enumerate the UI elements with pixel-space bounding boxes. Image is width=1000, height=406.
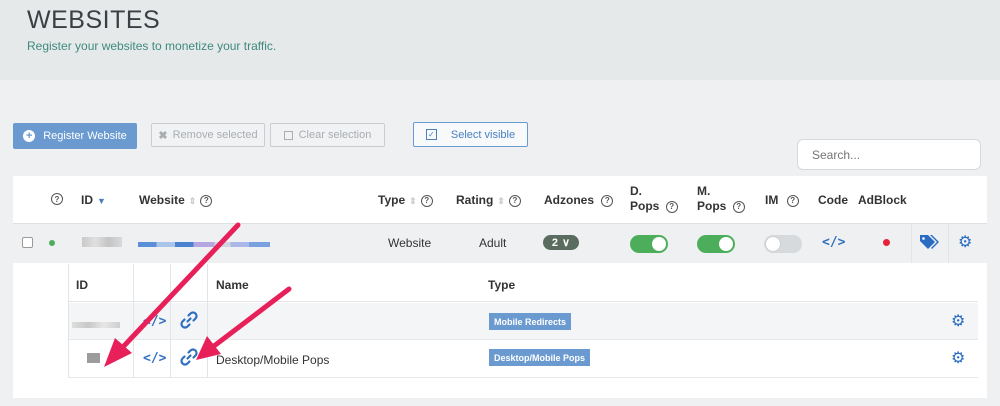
help-icon[interactable]: ?: [508, 194, 521, 207]
help-icon[interactable]: ?: [51, 193, 63, 205]
help-icon[interactable]: ?: [665, 200, 678, 213]
subtable-row-name: Desktop/Mobile Pops: [216, 353, 330, 367]
divider: [133, 264, 134, 378]
column-header-rating-label: Rating: [456, 193, 494, 207]
row-type: Website: [388, 236, 432, 250]
subtable-header-id: ID: [76, 278, 88, 292]
gear-icon[interactable]: ⚙: [958, 232, 972, 252]
select-visible-button[interactable]: ✓ Select visible: [413, 122, 528, 147]
column-header-type[interactable]: Type ⇕?: [378, 193, 433, 207]
column-header-id-label: ID: [81, 193, 93, 207]
page-header: WEBSITES Register your websites to monet…: [0, 0, 1000, 80]
column-header-d-pops: D. Pops ?: [630, 184, 678, 214]
sort-icon: ⇕: [497, 196, 505, 206]
column-header-adblock: AdBlock: [858, 193, 907, 207]
code-icon[interactable]: </>: [143, 351, 166, 366]
adzones-count: 2: [551, 236, 559, 249]
sort-icon: ⇕: [188, 196, 197, 206]
plus-icon: +: [23, 130, 36, 142]
subtable-header: [68, 264, 978, 302]
im-toggle[interactable]: [764, 235, 802, 253]
row-rating: Adult: [479, 236, 507, 250]
redacted-website-url[interactable]: [138, 242, 270, 247]
adzones-dropdown[interactable]: 2 ∨: [543, 235, 579, 250]
subtable-header-name: Name: [216, 278, 249, 292]
column-header-im: IM ?: [765, 193, 799, 207]
redacted-id: [82, 237, 122, 247]
tag-icon[interactable]: [919, 233, 941, 255]
column-header-adzones-label: Adzones: [544, 193, 595, 207]
column-header-website-label: Website: [139, 193, 185, 207]
redacted-id: [72, 322, 120, 328]
link-icon[interactable]: [180, 311, 198, 334]
sort-icon: ⇕: [409, 196, 417, 206]
divider: [170, 264, 171, 378]
code-icon[interactable]: </>: [822, 235, 845, 250]
column-header-im-label: IM: [765, 193, 779, 207]
code-icon[interactable]: </>: [143, 314, 166, 329]
gear-icon[interactable]: ⚙: [951, 348, 965, 368]
chevron-down-icon: ∨: [562, 237, 571, 249]
column-header-d-pops-line2: Pops: [630, 199, 660, 213]
clear-selection-button[interactable]: Clear selection: [270, 123, 385, 147]
column-header-m-pops: M. Pops ?: [697, 184, 745, 214]
remove-selected-button[interactable]: ✖ Remove selected: [151, 123, 265, 147]
row-checkbox[interactable]: [22, 237, 33, 248]
divider: [68, 264, 69, 378]
register-website-label: Register Website: [43, 130, 127, 142]
remove-selected-label: Remove selected: [172, 129, 258, 141]
column-header-code: Code: [818, 193, 848, 207]
redacted-id: [87, 353, 100, 363]
adblock-status-dot: [883, 239, 890, 246]
m-pops-toggle[interactable]: [697, 235, 735, 253]
divider: [911, 223, 912, 263]
help-icon[interactable]: ?: [601, 194, 614, 207]
column-header-adzones: Adzones ?: [544, 193, 614, 207]
register-website-button[interactable]: + Register Website: [13, 123, 137, 149]
help-icon[interactable]: ?: [786, 194, 799, 207]
link-icon[interactable]: [180, 348, 198, 371]
page-subtitle: Register your websites to monetize your …: [27, 39, 277, 53]
page-title: WEBSITES: [27, 6, 161, 34]
subtable-header-type: Type: [488, 278, 516, 292]
column-header-m-pops-line2: Pops: [697, 199, 727, 213]
close-icon: ✖: [158, 129, 168, 142]
help-icon[interactable]: ?: [200, 194, 213, 207]
column-header-type-label: Type: [378, 193, 406, 207]
help-icon[interactable]: ?: [732, 200, 745, 213]
sort-desc-icon: ▼: [97, 196, 106, 206]
select-visible-label: Select visible: [450, 128, 516, 141]
column-header-id[interactable]: ID ▼: [81, 193, 106, 207]
divider: [948, 223, 949, 263]
divider: [207, 264, 208, 378]
clear-selection-label: Clear selection: [298, 129, 372, 141]
help-icon[interactable]: ?: [420, 194, 433, 207]
type-badge: Mobile Redirects: [489, 313, 572, 330]
column-header-d-pops-line1: D.: [630, 184, 642, 198]
checkbox-empty-icon: [283, 130, 293, 140]
search-input[interactable]: [797, 139, 981, 170]
status-dot: [49, 240, 55, 246]
gear-icon[interactable]: ⚙: [951, 311, 965, 331]
checkbox-checked-icon: ✓: [425, 129, 437, 140]
column-header-website[interactable]: Website ⇕?: [139, 193, 213, 207]
type-badge: Desktop/Mobile Pops: [489, 349, 591, 366]
column-header-m-pops-line1: M.: [697, 184, 711, 198]
d-pops-toggle[interactable]: [630, 235, 668, 253]
column-header-rating[interactable]: Rating ⇕?: [456, 193, 521, 207]
